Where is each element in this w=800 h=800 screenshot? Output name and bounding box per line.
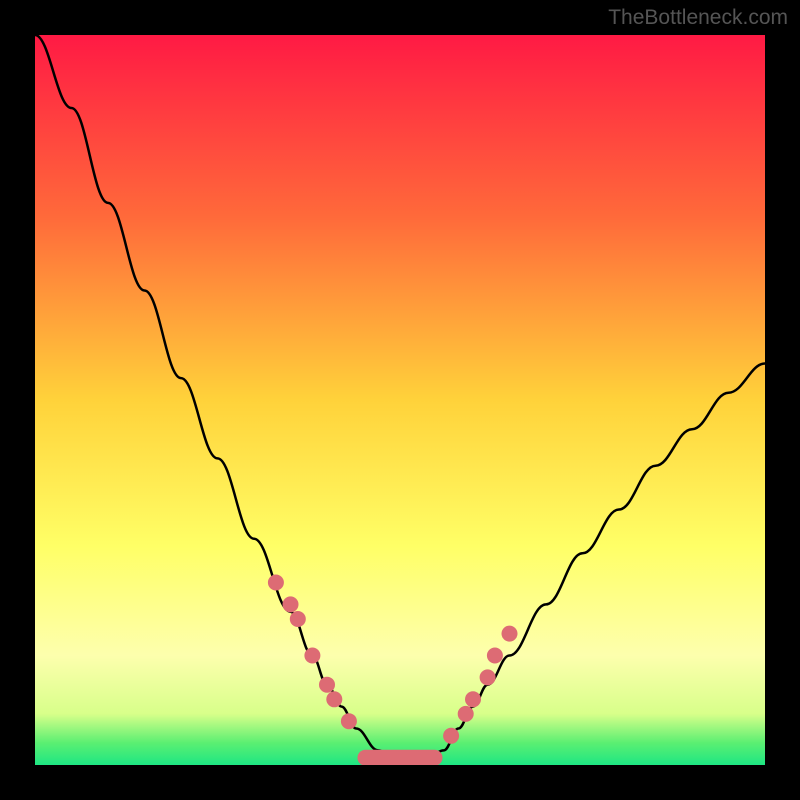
data-marker [290, 611, 306, 627]
bottleneck-chart [35, 35, 765, 765]
data-marker [326, 691, 342, 707]
data-marker [487, 648, 503, 664]
chart-container: TheBottleneck.com [0, 0, 800, 800]
data-marker [341, 713, 357, 729]
data-marker [283, 596, 299, 612]
data-marker [268, 575, 284, 591]
bottom-marker-bar [358, 750, 443, 765]
watermark-text: TheBottleneck.com [608, 6, 788, 30]
data-marker [443, 728, 459, 744]
data-marker [458, 706, 474, 722]
data-marker [304, 648, 320, 664]
data-marker [465, 691, 481, 707]
gradient-background [35, 35, 765, 765]
data-marker [502, 626, 518, 642]
data-marker [319, 677, 335, 693]
data-marker [480, 669, 496, 685]
